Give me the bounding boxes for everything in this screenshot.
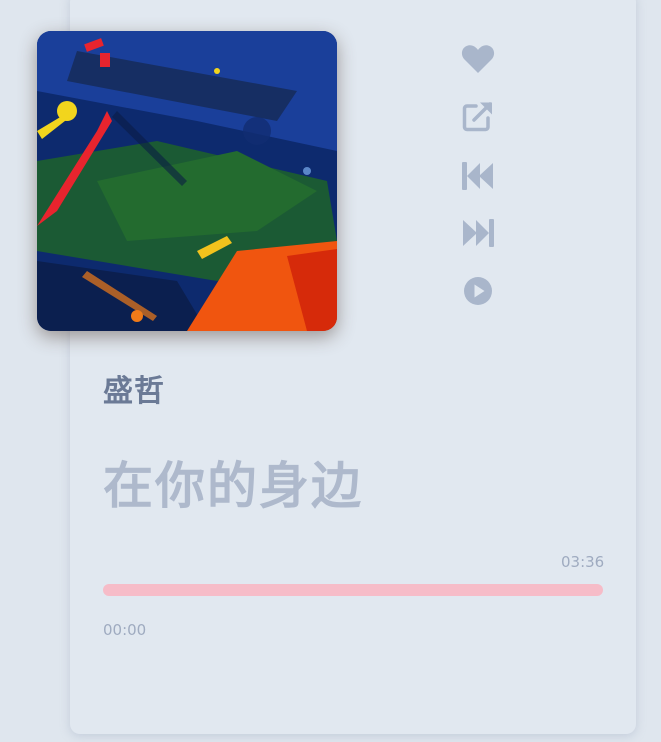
progress-bar[interactable] [103,584,603,596]
heart-icon [461,44,495,74]
play-icon [463,276,493,306]
player-page: 盛哲 在你的身边 03:36 00:00 [0,0,661,742]
share-icon [462,100,494,132]
next-icon [461,218,495,248]
share-button[interactable] [460,98,496,134]
total-time: 03:36 [561,553,605,571]
previous-button[interactable] [460,158,496,194]
like-button[interactable] [460,41,496,77]
current-time: 00:00 [103,621,147,639]
previous-icon [461,161,495,191]
next-button[interactable] [460,215,496,251]
play-button[interactable] [460,273,496,309]
song-title: 在你的身边 [103,457,363,515]
artist-name: 盛哲 [103,374,165,409]
album-art [37,31,337,331]
